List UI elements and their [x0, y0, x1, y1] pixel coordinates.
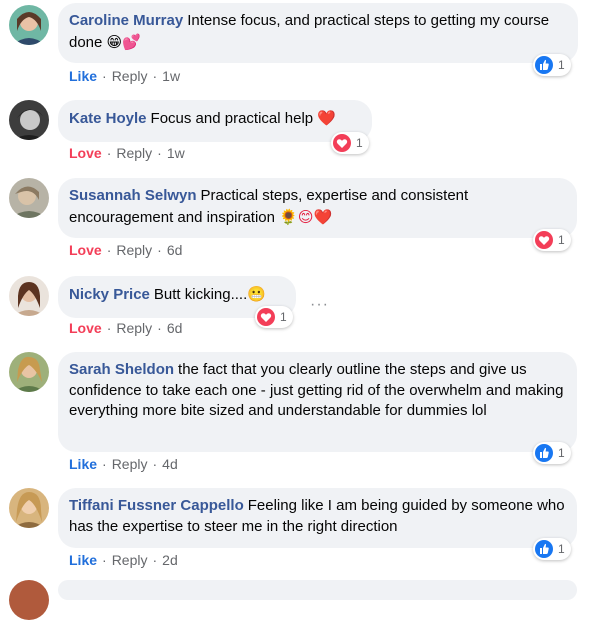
timestamp[interactable]: 1w	[167, 145, 185, 161]
emoji: 😬	[247, 285, 266, 303]
author-name[interactable]: Caroline Murray	[69, 12, 183, 29]
like-icon	[535, 540, 553, 558]
more-options-icon[interactable]: ···	[310, 296, 329, 314]
comment-actions: Love · Reply · 6d	[69, 320, 183, 336]
reaction-count[interactable]: 1	[533, 229, 571, 251]
reaction-count-value: 1	[558, 446, 565, 460]
comment-bubble: Kate Hoyle Focus and practical help ❤️	[58, 100, 372, 142]
reply-link[interactable]: Reply	[112, 456, 148, 472]
heart-icon	[257, 308, 275, 326]
comment-bubble: Sarah Sheldon the fact that you clearly o…	[58, 352, 577, 452]
timestamp[interactable]: 6d	[167, 320, 183, 336]
avatar[interactable]	[9, 100, 49, 140]
reaction-count-value: 1	[558, 233, 565, 247]
avatar[interactable]	[9, 276, 49, 316]
comment-bubble: Tiffani Fussner Cappello Feeling like I a…	[58, 488, 577, 548]
reaction-count[interactable]: 1	[331, 132, 369, 154]
comment-text: Focus and practical help	[150, 110, 314, 127]
like-icon	[535, 444, 553, 462]
author-name[interactable]: Sarah Sheldon	[69, 361, 174, 378]
author-name[interactable]: Nicky Price	[69, 286, 150, 303]
love-link[interactable]: Love	[69, 145, 102, 161]
author-name[interactable]: Susannah Selwyn	[69, 187, 197, 204]
avatar[interactable]	[9, 352, 49, 392]
reply-link[interactable]: Reply	[112, 552, 148, 568]
comment-bubble: Caroline Murray Intense focus, and practi…	[58, 3, 578, 63]
reaction-count[interactable]: 1	[533, 54, 571, 76]
emoji: 🌻😊❤️	[279, 207, 333, 226]
reply-link[interactable]: Reply	[116, 320, 152, 336]
like-link[interactable]: Like	[69, 68, 97, 84]
reply-link[interactable]: Reply	[116, 145, 152, 161]
love-link[interactable]: Love	[69, 320, 102, 336]
reply-link[interactable]: Reply	[116, 242, 152, 258]
reaction-count[interactable]: 1	[533, 538, 571, 560]
reaction-count[interactable]: 1	[255, 306, 293, 328]
timestamp[interactable]: 6d	[167, 242, 183, 258]
reaction-count-value: 1	[280, 310, 287, 324]
emoji: ❤️	[317, 109, 336, 127]
timestamp[interactable]: 2d	[162, 552, 178, 568]
reply-link[interactable]: Reply	[112, 68, 148, 84]
comment-actions: Love · Reply · 1w	[69, 145, 185, 161]
reaction-count[interactable]: 1	[533, 442, 571, 464]
like-link[interactable]: Like	[69, 552, 97, 568]
timestamp[interactable]: 1w	[162, 68, 180, 84]
love-link[interactable]: Love	[69, 242, 102, 258]
comment-actions: Like · Reply · 4d	[69, 456, 178, 472]
avatar[interactable]	[9, 488, 49, 528]
author-name[interactable]: Kate Hoyle	[69, 110, 147, 127]
heart-icon	[333, 134, 351, 152]
comment-actions: Like · Reply · 1w	[69, 68, 181, 84]
comment-actions: Like · Reply · 2d	[69, 552, 178, 568]
reaction-count-value: 1	[356, 136, 363, 150]
author-name[interactable]: Tiffani Fussner Cappello	[69, 497, 244, 514]
reaction-count-value: 1	[558, 58, 565, 72]
reaction-count-value: 1	[558, 542, 565, 556]
comment-text: Butt kicking....	[153, 286, 248, 303]
heart-icon	[535, 231, 553, 249]
avatar[interactable]	[9, 580, 49, 620]
comment-bubble: Susannah Selwyn Practical steps, expertis…	[58, 178, 577, 238]
timestamp[interactable]: 4d	[162, 456, 178, 472]
comment-actions: Love · Reply · 6d	[69, 242, 183, 258]
like-link[interactable]: Like	[69, 456, 97, 472]
emoji: 😁💕	[106, 32, 141, 51]
avatar[interactable]	[9, 178, 49, 218]
comment-bubble	[58, 580, 577, 600]
avatar[interactable]	[9, 5, 49, 45]
like-icon	[535, 56, 553, 74]
